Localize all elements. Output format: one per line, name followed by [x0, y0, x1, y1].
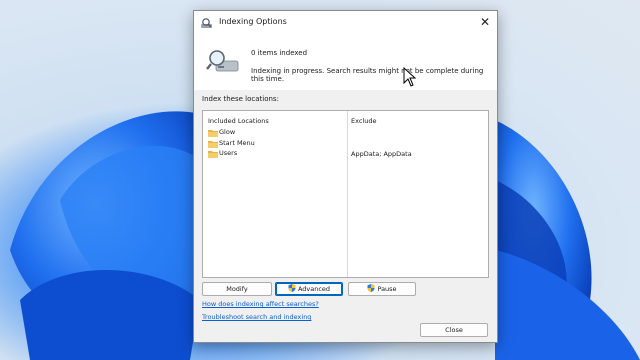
location-row-glow[interactable]: Glow [208, 128, 338, 138]
indexing-options-icon [201, 18, 212, 28]
uac-shield-icon [367, 284, 375, 292]
indexing-options-dialog: Indexing Options ✕ 0 items indexed Index… [193, 10, 498, 343]
folder-icon [208, 141, 218, 148]
close-button-label: Close [445, 326, 463, 334]
title-bar[interactable]: Indexing Options ✕ [194, 11, 497, 35]
pause-button-label: Pause [377, 285, 397, 293]
magnifier-drive-icon [206, 50, 239, 72]
close-button[interactable]: Close [420, 323, 488, 337]
exclude-value-users: AppData; AppData [351, 150, 412, 158]
close-window-button[interactable]: ✕ [473, 11, 497, 35]
included-locations-header: Included Locations [208, 117, 269, 125]
mouse-pointer-icon [403, 67, 417, 87]
status-header: 0 items indexed Indexing in progress. Se… [194, 35, 497, 90]
troubleshoot-indexing-link[interactable]: Troubleshoot search and indexing [202, 313, 311, 321]
location-row-users[interactable]: Users [208, 149, 338, 159]
exclude-header: Exclude [351, 117, 377, 125]
location-name: Users [219, 149, 238, 157]
window-title: Indexing Options [219, 17, 287, 26]
folder-icon [208, 151, 218, 158]
location-name: Glow [219, 128, 236, 136]
modify-button[interactable]: Modify [202, 282, 272, 296]
items-indexed-count: 0 items indexed [251, 49, 308, 57]
pause-button[interactable]: Pause [348, 282, 416, 296]
locations-list[interactable]: Included Locations Exclude Glow Start Me… [202, 110, 489, 278]
how-indexing-affects-searches-link[interactable]: How does indexing affect searches? [202, 300, 319, 308]
folder-icon [208, 130, 218, 137]
advanced-button[interactable]: Advanced [275, 282, 343, 296]
locations-section-label: Index these locations: [202, 95, 279, 103]
indexing-status-message: Indexing in progress. Search results mig… [251, 67, 484, 83]
advanced-button-label: Advanced [297, 285, 331, 293]
column-divider [347, 111, 348, 277]
location-name: Start Menu [219, 139, 255, 147]
uac-shield-icon [288, 284, 296, 292]
location-row-start-menu[interactable]: Start Menu [208, 139, 338, 149]
modify-button-label: Modify [226, 285, 248, 293]
